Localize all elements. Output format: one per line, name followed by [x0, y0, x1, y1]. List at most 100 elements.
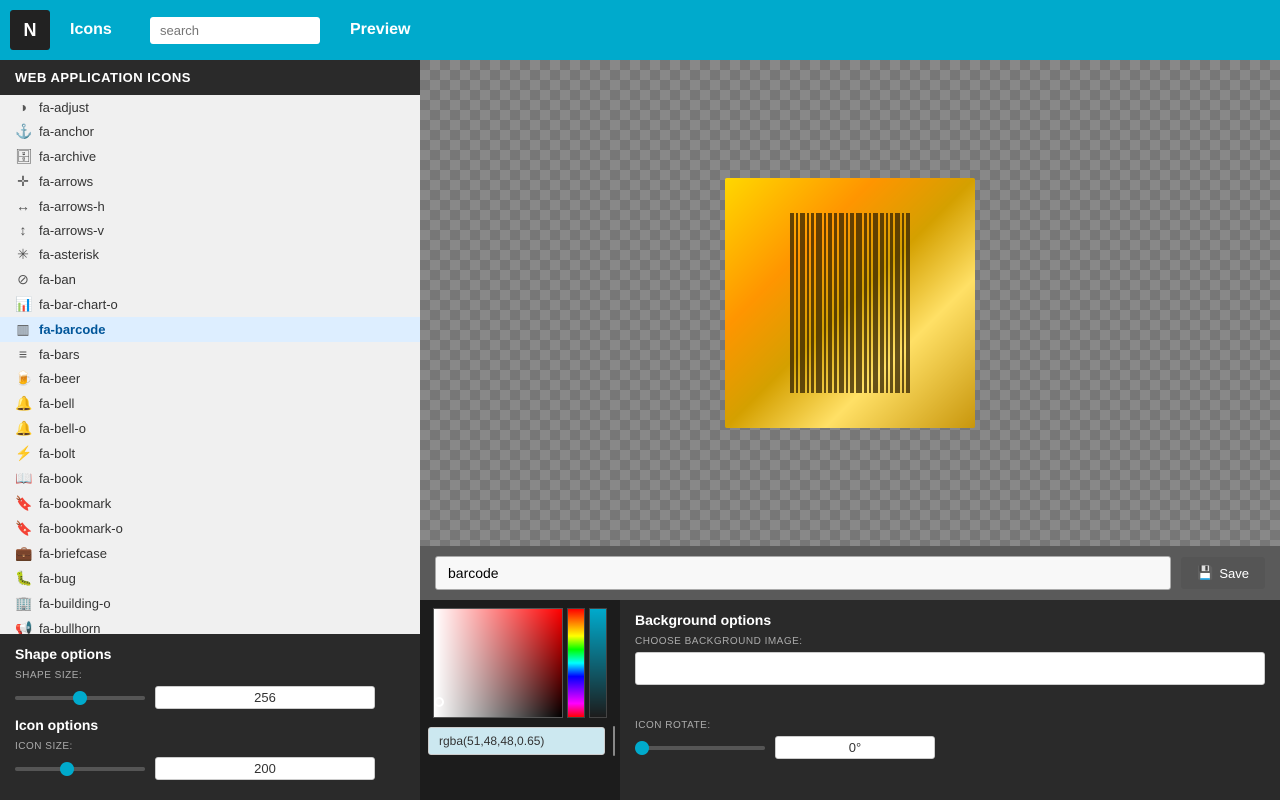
- icon-item-fa-bullhorn[interactable]: 📢 fa-bullhorn: [0, 616, 420, 634]
- icon-glyph: ✛: [15, 173, 31, 190]
- hue-strip[interactable]: [567, 608, 585, 718]
- icon-item-fa-bars[interactable]: ≡ fa-bars: [0, 342, 420, 366]
- icon-name: fa-building-o: [39, 596, 111, 611]
- icon-glyph: ⚡: [15, 445, 31, 462]
- color-crosshair: [434, 697, 444, 707]
- sidebar-section-title: WEB APPLICATION ICONS: [15, 70, 191, 85]
- bar: [807, 213, 809, 393]
- icon-item-fa-ban[interactable]: ⊘ fa-ban: [0, 267, 420, 292]
- background-options-panel: Background options CHOOSE BACKGROUND IMA…: [620, 600, 1280, 800]
- bottom-options-row: Background options CHOOSE BACKGROUND IMA…: [420, 600, 1280, 800]
- icon-list[interactable]: ◑ fa-adjust ⚓ fa-anchor 🗄 fa-archive ✛ f…: [0, 95, 420, 634]
- icon-item-fa-arrows-h[interactable]: ↔ fa-arrows-h: [0, 194, 420, 218]
- right-panel: 💾 Save B: [420, 60, 1280, 800]
- shape-size-value[interactable]: [155, 686, 375, 709]
- icon-name: fa-barcode: [39, 322, 105, 337]
- barcode-svg: [740, 213, 960, 393]
- shape-options-title: Shape options: [15, 646, 405, 662]
- icon-name: fa-bars: [39, 347, 79, 362]
- logo-text: N: [24, 20, 37, 41]
- icon-size-value[interactable]: [155, 757, 375, 780]
- barcode-background: [725, 178, 975, 428]
- icon-name: fa-bookmark-o: [39, 521, 123, 536]
- bar: [796, 213, 798, 393]
- icon-item-fa-archive[interactable]: 🗄 fa-archive: [0, 144, 420, 169]
- bar: [834, 213, 837, 393]
- rotate-label: ICON ROTATE:: [635, 720, 1265, 731]
- preview-nav-label[interactable]: Preview: [350, 21, 410, 39]
- search-input[interactable]: [150, 17, 320, 44]
- icon-item-fa-bell-o[interactable]: 🔔 fa-bell-o: [0, 416, 420, 441]
- sidebar-header: WEB APPLICATION ICONS: [0, 60, 420, 95]
- bar: [880, 213, 884, 393]
- icons-nav-label[interactable]: Icons: [70, 21, 130, 39]
- icon-glyph: 💼: [15, 545, 31, 562]
- left-panel: WEB APPLICATION ICONS ◑ fa-adjust ⚓ fa-a…: [0, 60, 420, 800]
- icon-item-fa-bar-chart-o[interactable]: 📊 fa-bar-chart-o: [0, 292, 420, 317]
- icon-color-input[interactable]: [428, 727, 605, 755]
- icon-glyph: ≡: [15, 346, 31, 362]
- icon-name: fa-book: [39, 471, 82, 486]
- save-button[interactable]: 💾 Save: [1181, 557, 1265, 589]
- bar: [850, 213, 854, 393]
- bar: [890, 213, 893, 393]
- bg-options-title: Background options: [635, 612, 1265, 628]
- save-row: 💾 Save: [420, 546, 1280, 600]
- icon-item-fa-asterisk[interactable]: ✳ fa-asterisk: [0, 242, 420, 267]
- save-icon: 💾: [1197, 565, 1213, 581]
- bar: [846, 213, 848, 393]
- color-picker-controls: [433, 608, 607, 718]
- icon-glyph: ▥: [15, 321, 31, 338]
- bg-image-input[interactable]: Background: Ambient Gold 04: [635, 652, 1265, 685]
- rotate-slider[interactable]: [635, 746, 765, 750]
- icon-item-fa-bookmark[interactable]: 🔖 fa-bookmark: [0, 491, 420, 516]
- icon-name: fa-arrows-h: [39, 199, 105, 214]
- icon-name-input[interactable]: [435, 556, 1171, 590]
- bar: [856, 213, 862, 393]
- icon-name: fa-bell: [39, 396, 74, 411]
- icon-glyph: 📊: [15, 296, 31, 313]
- icon-item-fa-beer[interactable]: 🍺 fa-beer: [0, 366, 420, 391]
- icon-glyph: 🍺: [15, 370, 31, 387]
- icon-item-fa-bookmark-o[interactable]: 🔖 fa-bookmark-o: [0, 516, 420, 541]
- icon-name: fa-beer: [39, 371, 80, 386]
- icon-options-title: Icon options: [15, 717, 405, 733]
- bar: [824, 213, 826, 393]
- icon-color-swatch[interactable]: [613, 726, 615, 756]
- icon-glyph: 🐛: [15, 570, 31, 587]
- icon-item-fa-arrows[interactable]: ✛ fa-arrows: [0, 169, 420, 194]
- icon-item-fa-arrows-v[interactable]: ↕ fa-arrows-v: [0, 218, 420, 242]
- icon-item-fa-barcode[interactable]: ▥ fa-barcode: [0, 317, 420, 342]
- icon-glyph: 📢: [15, 620, 31, 634]
- bg-choose-label: CHOOSE BACKGROUND IMAGE:: [635, 636, 1265, 647]
- bar: [906, 213, 910, 393]
- icon-item-fa-bolt[interactable]: ⚡ fa-bolt: [0, 441, 420, 466]
- icon-glyph: 🔖: [15, 495, 31, 512]
- icon-size-slider[interactable]: [15, 767, 145, 771]
- color-picker-section: [420, 600, 620, 800]
- bar: [828, 213, 832, 393]
- topbar: N Icons Preview: [0, 0, 1280, 60]
- icon-name: fa-ban: [39, 272, 76, 287]
- bar: [790, 213, 794, 393]
- icon-item-fa-bell[interactable]: 🔔 fa-bell: [0, 391, 420, 416]
- icon-name: fa-bullhorn: [39, 621, 100, 634]
- icon-item-fa-bug[interactable]: 🐛 fa-bug: [0, 566, 420, 591]
- icon-item-fa-anchor[interactable]: ⚓ fa-anchor: [0, 119, 420, 144]
- shape-size-slider[interactable]: [15, 696, 145, 700]
- icon-glyph: 🔔: [15, 420, 31, 437]
- icon-item-fa-book[interactable]: 📖 fa-book: [0, 466, 420, 491]
- icon-item-fa-adjust[interactable]: ◑ fa-adjust: [0, 95, 420, 119]
- main-layout: WEB APPLICATION ICONS ◑ fa-adjust ⚓ fa-a…: [0, 60, 1280, 800]
- icon-item-fa-briefcase[interactable]: 💼 fa-briefcase: [0, 541, 420, 566]
- icon-glyph: 📖: [15, 470, 31, 487]
- icon-name: fa-anchor: [39, 124, 94, 139]
- icon-item-fa-building-o[interactable]: 🏢 fa-building-o: [0, 591, 420, 616]
- rotate-value[interactable]: [775, 736, 935, 759]
- bar: [873, 213, 878, 393]
- bar: [839, 213, 844, 393]
- opacity-strip[interactable]: [589, 608, 607, 718]
- color-gradient-canvas[interactable]: [433, 608, 563, 718]
- icon-glyph: 🔔: [15, 395, 31, 412]
- icon-name: fa-bell-o: [39, 421, 86, 436]
